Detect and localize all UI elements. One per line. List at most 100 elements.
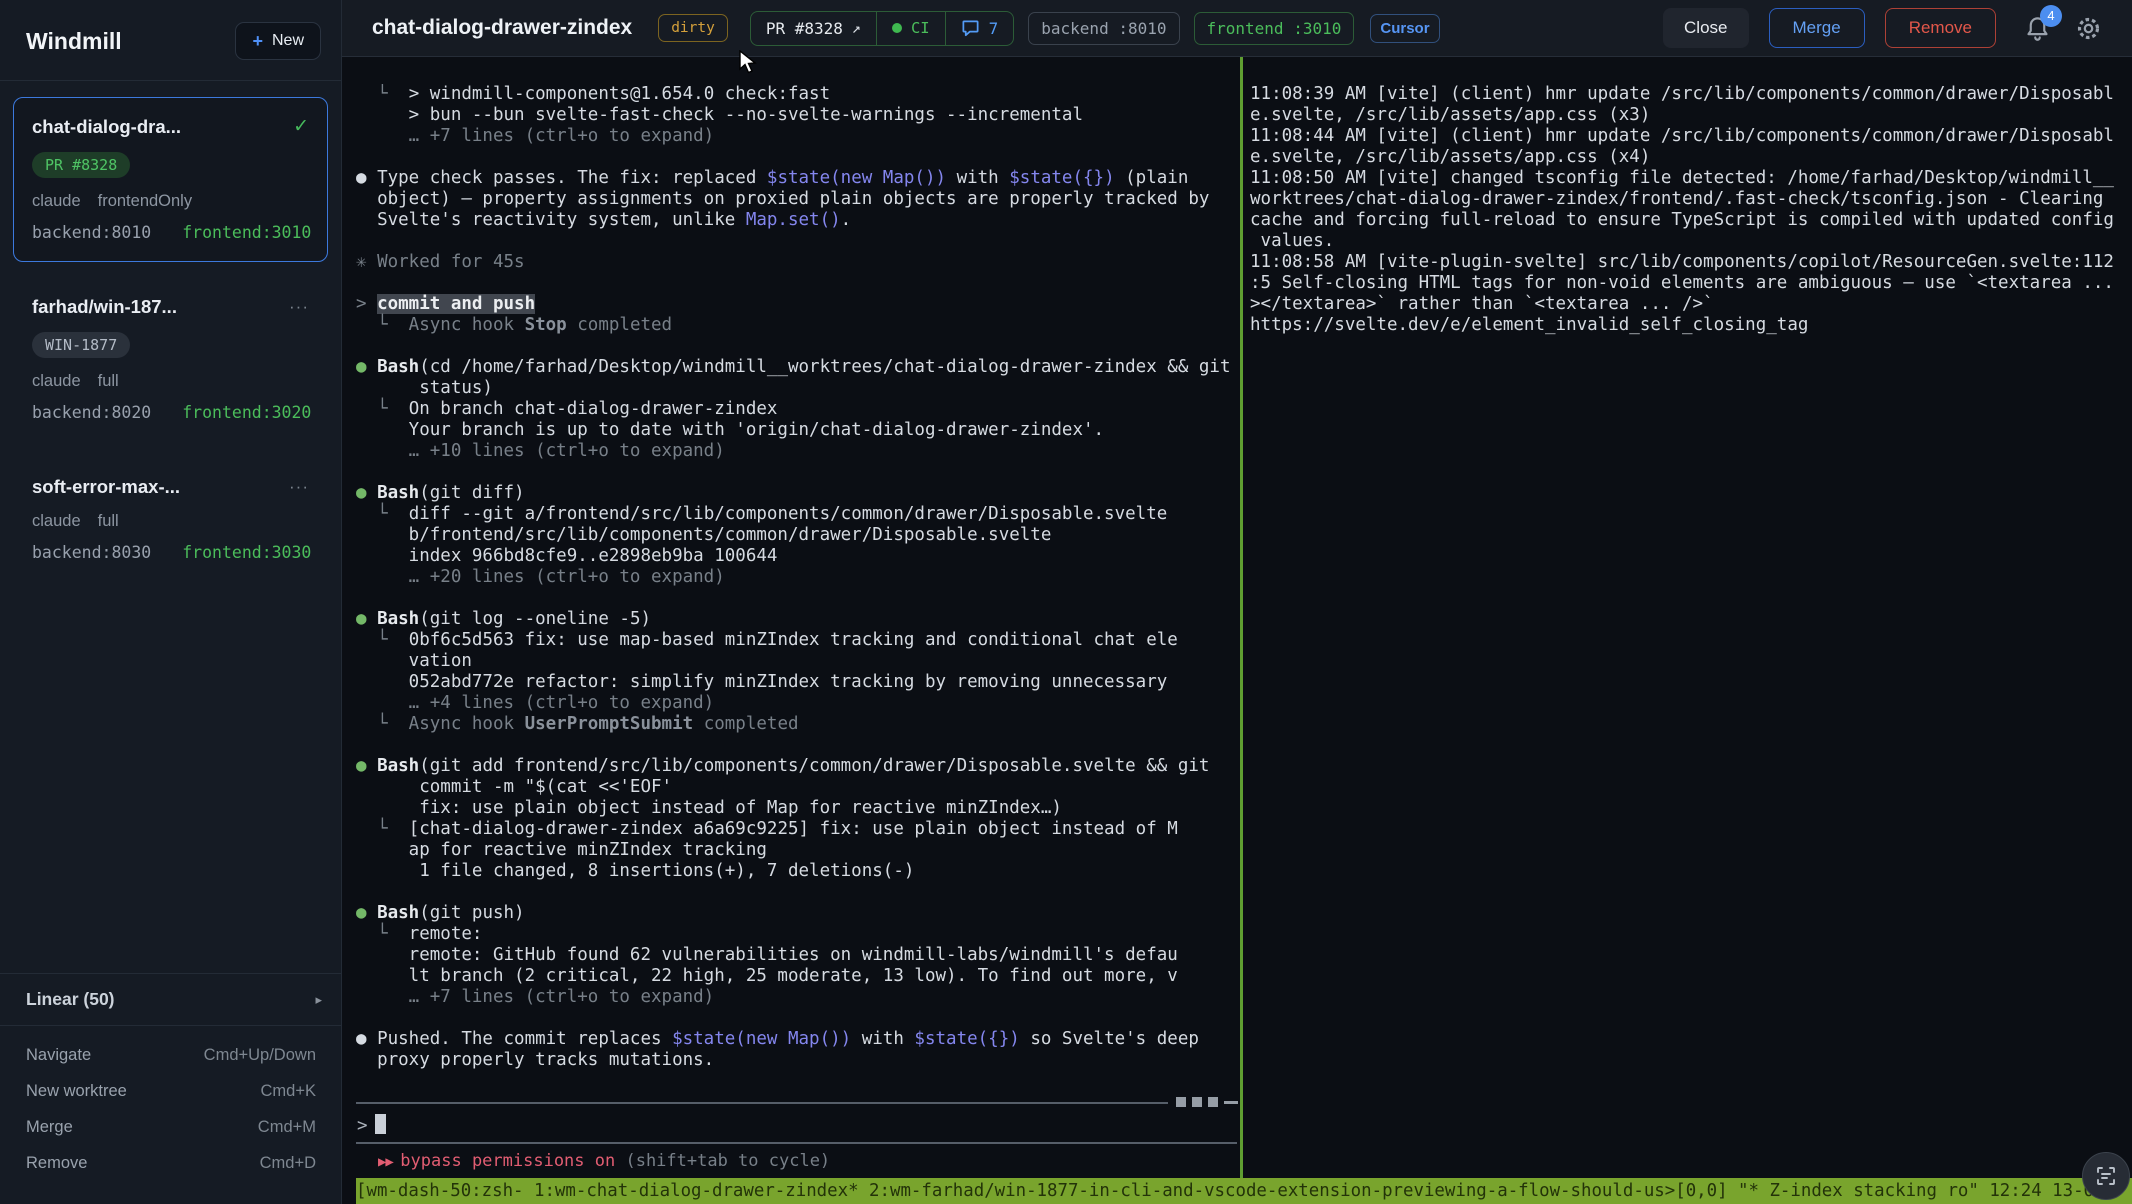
shortcut-label: Navigate	[26, 1046, 91, 1065]
pr-status-group: PR #8328 ↗ CI 7	[750, 11, 1014, 46]
terminal-line	[356, 462, 1240, 483]
sidebar-bottom: Linear (50) ▸ Navigate Cmd+Up/Down New wor…	[0, 973, 342, 1204]
log-line: :5 Self-closing HTML tags for non-void e…	[1250, 273, 2130, 294]
terminal-line: ● Bash(git diff)	[356, 483, 1240, 504]
shortcut-row[interactable]: Navigate Cmd+Up/Down	[26, 1046, 316, 1065]
shortcut-keys: Cmd+K	[261, 1082, 316, 1101]
mode-hint: (shift+tab to cycle)	[625, 1151, 830, 1171]
terminal-prompt[interactable]: >	[357, 1111, 386, 1136]
terminal-line	[356, 336, 1240, 357]
backend-port-badge[interactable]: backend :8010	[1028, 12, 1179, 45]
prompt-chevron: >	[357, 1116, 368, 1136]
worktree-title: chat-dialog-drawer-zindex	[372, 16, 632, 40]
terminal-line: lt branch (2 critical, 22 high, 25 moder…	[356, 966, 1240, 987]
backend-port: backend:8010	[32, 223, 151, 242]
more-options-icon[interactable]: ···	[289, 477, 309, 497]
prompt-border-bottom	[356, 1142, 1237, 1144]
terminal-line	[356, 882, 1240, 903]
worktree-card[interactable]: soft-error-max-...···claudefullbackend:8…	[13, 458, 328, 582]
linear-section[interactable]: Linear (50) ▸	[0, 973, 342, 1026]
worktree-tag: frontendOnly	[98, 192, 192, 211]
worktree-tag: claude	[32, 372, 81, 391]
log-line: ></textarea>` rather than `<textarea ...…	[1250, 294, 2130, 315]
app-window: Windmill + New chat-dialog-dra...✓ PR #83…	[0, 0, 2132, 1204]
notifications-button[interactable]: 4	[2024, 15, 2051, 42]
dirty-badge: dirty	[658, 14, 728, 42]
dev-log-pane[interactable]: 11:08:39 AM [vite] (client) hmr update /…	[1250, 84, 2130, 336]
shortcut-row[interactable]: RemoveCmd+D	[26, 1154, 316, 1173]
cursor-badge[interactable]: Cursor	[1370, 14, 1439, 43]
floating-panel-button[interactable]	[2082, 1152, 2130, 1200]
shortcut-row[interactable]: New worktree Cmd+K	[26, 1082, 316, 1101]
prompt-border-top	[356, 1102, 1168, 1104]
terminal-line: └ Async hook Stop completed	[356, 315, 1240, 336]
frontend-port: frontend:3020	[182, 403, 311, 422]
app-title: Windmill	[26, 28, 122, 55]
claude-terminal-pane[interactable]: └ > windmill-components@1.654.0 check:fa…	[356, 84, 1240, 1074]
log-line: values.	[1250, 231, 2130, 252]
new-button-label: New	[272, 32, 304, 50]
worktree-tags: claudefull	[32, 512, 309, 531]
header-bar: chat-dialog-drawer-zindex dirty PR #8328…	[342, 0, 2132, 57]
ci-label: CI	[911, 19, 930, 37]
terminal-line	[356, 147, 1240, 168]
pane-divider[interactable]	[1240, 57, 1243, 1178]
terminal-line	[356, 273, 1240, 294]
terminal-line: object) — property assignments on proxie…	[356, 189, 1240, 210]
worktree-title: farhad/win-187...	[32, 296, 177, 318]
tmux-status-bar[interactable]: [wm-dash-50:zsh- 1:wm-chat-dialog-drawer…	[356, 1178, 2132, 1204]
ci-status[interactable]: CI	[876, 12, 945, 45]
worktree-tag: claude	[32, 192, 81, 211]
terminal-line: ✳ Worked for 45s	[356, 252, 1240, 273]
shortcut-keys: Cmd+Up/Down	[204, 1046, 316, 1065]
check-icon: ✓	[293, 115, 309, 138]
close-button[interactable]: Close	[1663, 8, 1748, 48]
terminal-line: ● Bash(cd /home/farhad/Desktop/windmill_…	[356, 357, 1240, 378]
comment-count: 7	[989, 19, 999, 38]
worktree-card[interactable]: chat-dialog-dra...✓ PR #8328 claude fronten…	[13, 97, 328, 262]
pr-link[interactable]: PR #8328 ↗	[751, 12, 876, 45]
spinner-dash	[1224, 1101, 1238, 1104]
terminal-line: 1 file changed, 8 insertions(+), 7 delet…	[356, 861, 1240, 882]
worktree-badge: PR #8328	[32, 152, 130, 178]
remove-button[interactable]: Remove	[1885, 8, 1996, 48]
ci-status-dot	[892, 23, 902, 33]
terminal-line: … +10 lines (ctrl+o to expand)	[356, 441, 1240, 462]
worktree-card[interactable]: farhad/win-187...···WIN-1877claudefullba…	[13, 278, 328, 442]
merge-button[interactable]: Merge	[1769, 8, 1865, 48]
notification-count-badge: 4	[2040, 5, 2062, 27]
worktree-tag: claude	[32, 512, 81, 531]
worktree-tags: claude full	[32, 372, 309, 391]
new-worktree-button[interactable]: + New	[235, 22, 321, 60]
terminal-line: … +20 lines (ctrl+o to expand)	[356, 567, 1240, 588]
worktree-title-row: chat-dialog-dra...✓	[32, 115, 309, 138]
terminal-line: ● Bash(git log --oneline -5)	[356, 609, 1240, 630]
terminal-line: ● Pushed. The commit replaces $state(new…	[356, 1029, 1240, 1050]
log-line: e.svelte, /src/lib/assets/app.css (x4)	[1250, 147, 2130, 168]
terminal-line: ap for reactive minZIndex tracking	[356, 840, 1240, 861]
terminal-line: Svelte's reactivity system, unlike Map.s…	[356, 210, 1240, 231]
log-line: 11:08:58 AM [vite-plugin-svelte] src/lib…	[1250, 252, 2130, 273]
terminal-line: vation	[356, 651, 1240, 672]
terminal-line: … +7 lines (ctrl+o to expand)	[356, 126, 1240, 147]
terminal-line: └ > windmill-components@1.654.0 check:fa…	[356, 84, 1240, 105]
more-options-icon[interactable]: ···	[289, 297, 309, 317]
shortcut-label: New worktree	[26, 1082, 127, 1101]
terminal-line: └ 0bf6c5d563 fix: use map-based minZInde…	[356, 630, 1240, 651]
sidebar: Windmill + New chat-dialog-dra...✓ PR #83…	[0, 0, 342, 1204]
frontend-port-badge[interactable]: frontend :3010	[1194, 12, 1355, 45]
shortcut-keys: Cmd+D	[260, 1154, 316, 1173]
shortcut-row[interactable]: MergeCmd+M	[26, 1118, 316, 1137]
permission-mode-line: ▶▶ bypass permissions on (shift+tab to c…	[378, 1151, 830, 1171]
shortcut-keys: Cmd+M	[258, 1118, 316, 1137]
plus-icon: +	[252, 34, 263, 48]
backend-port: backend:8020	[32, 403, 151, 422]
spinner-dot	[1208, 1097, 1218, 1107]
terminal-line: └ On branch chat-dialog-drawer-zindex	[356, 399, 1240, 420]
pr-comments[interactable]: 7	[945, 12, 1014, 45]
terminal-line: └ diff --git a/frontend/src/lib/componen…	[356, 504, 1240, 525]
terminal-line: commit -m "$(cat <<'EOF'	[356, 777, 1240, 798]
worktree-tag: full	[98, 372, 119, 391]
settings-button[interactable]	[2075, 15, 2102, 42]
frontend-port: frontend:3010	[182, 223, 311, 242]
